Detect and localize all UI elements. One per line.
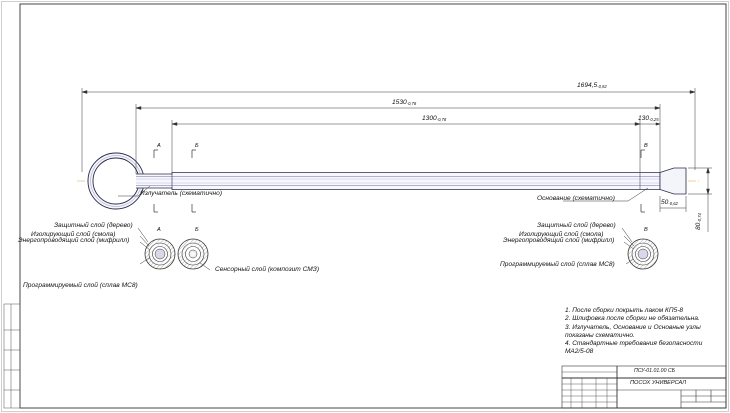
dim-1300-tol: -0,78 [436, 117, 447, 122]
callout-right-protective: Защитный слой (дерево) [537, 222, 616, 229]
dim-overall-tol: -0,92 [597, 84, 607, 89]
note-line-3: 3. Излучатель, Основание и Основные узлы [565, 323, 701, 331]
dim-80-value: 80 [695, 222, 702, 230]
callout-sensor: Сенсорный слой (композит СМЗ) [215, 266, 320, 273]
dim-1300-value: 1300 [422, 115, 437, 122]
drawing-sheet: 1694,5-0,92 1530-0,78 1300-0,78 130-0,25… [0, 0, 730, 413]
note-line-2: 2. Шлифовка после сборки не обязательна. [565, 315, 700, 323]
dim-50: 50-0,62 [661, 199, 678, 207]
dim-1530-value: 1530 [392, 99, 407, 106]
title-name: ПОСОХ УНИВЕРСАЛ [630, 380, 687, 386]
dim-80-tol: -0,74 [697, 213, 702, 223]
dim-1530-tol: -0,78 [406, 101, 417, 106]
dim-130-value: 130 [638, 115, 650, 122]
dim-overall-value: 1694,5 [577, 82, 598, 89]
callout-left-conductive: Энергопроводящий слой (мифрилл) [18, 237, 130, 244]
technical-notes: 1. После сборки покрыть лаком КП5-8 2. Ш… [565, 307, 702, 357]
section-mark-v-top: В [644, 143, 648, 149]
section-mark-v-bottom: В [644, 227, 648, 233]
dim-130: 130-0,25 [638, 115, 659, 123]
dim-80: 80-0,74 [695, 213, 703, 230]
dim-overall: 1694,5-0,92 [577, 82, 607, 90]
callout-left-programmable: Программируемый слой (сплав МС8) [23, 282, 138, 289]
staff-base [659, 167, 687, 195]
note-line-4: показаны схематично. [565, 331, 635, 339]
title-designation: ПСУ-01.01.00 СБ [634, 368, 676, 374]
dimension-lines [81, 88, 712, 232]
emitter-head [87, 152, 145, 210]
section-mark-b-bottom: Б [195, 227, 199, 233]
note-line-5: 4. Стандартные требования безопасности [565, 340, 703, 348]
callout-right-conductive: Энергопроводящий слой (мифрилл) [503, 237, 615, 244]
callout-emitter: Излучатель (схематично) [140, 190, 223, 197]
section-mark-a-bottom: А [157, 227, 161, 233]
section-mark-a-top: А [157, 143, 161, 149]
dim-50-tol: -0,62 [668, 201, 678, 206]
callout-right-programmable: Программируемый слой (сплав МС8) [500, 261, 615, 268]
callout-left-protective: Защитный слой (дерево) [54, 222, 133, 229]
dim-130-tol: -0,25 [649, 117, 659, 122]
section-v [627, 238, 659, 270]
section-b [177, 238, 209, 270]
section-mark-b-top: Б [195, 143, 199, 149]
left-margin-strip [3, 303, 21, 409]
callout-base: Основание (схематично) [537, 195, 615, 202]
dim-1530: 1530-0,78 [392, 99, 417, 107]
section-a [144, 238, 176, 270]
note-line-6: МА2/5-08 [565, 348, 594, 356]
staff-shaft [136, 172, 661, 190]
dim-1300: 1300-0,78 [422, 115, 447, 123]
